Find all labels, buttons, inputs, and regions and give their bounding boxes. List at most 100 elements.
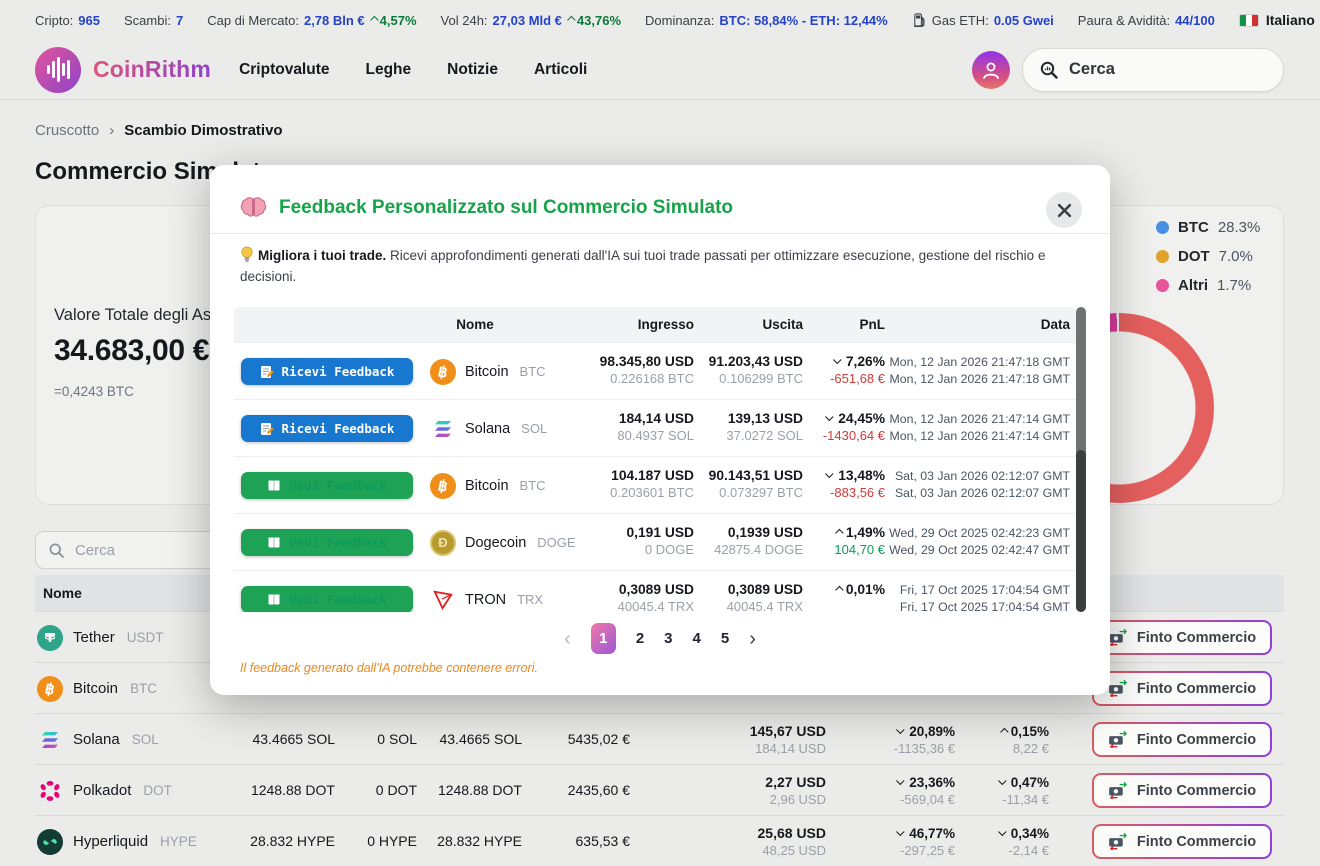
- stat-value-link[interactable]: 0.05 Gwei: [994, 13, 1054, 28]
- feedback-modal: Feedback Personalizzato sul Commercio Si…: [210, 165, 1110, 695]
- balance-cell: 1248.88 DOT: [250, 782, 335, 798]
- stat-change: 43,76%: [567, 13, 621, 28]
- ricevi-feedback-button[interactable]: Ricevi Feedback: [241, 358, 413, 385]
- user-avatar[interactable]: [972, 50, 1010, 89]
- nav-leghe[interactable]: Leghe: [366, 61, 412, 79]
- date-cell: Fri, 17 Oct 2025 17:04:54 GMT Fri, 17 Oct…: [899, 583, 1070, 612]
- date-cell: Wed, 29 Oct 2025 02:42:23 GMT Wed, 29 Oct…: [889, 526, 1070, 557]
- finto-commercio-button[interactable]: Finto Commercio: [1092, 671, 1272, 706]
- solana-icon: [37, 727, 63, 753]
- coin-cell: Tether USDT: [37, 612, 163, 663]
- stat-scambi: Scambi: 7: [124, 13, 183, 28]
- dogecoin-icon: Ð: [430, 529, 456, 556]
- nav-notizie[interactable]: Notizie: [447, 61, 498, 79]
- pagination-page-5[interactable]: 5: [721, 630, 729, 647]
- caret-up-icon: [835, 585, 844, 594]
- pagination-prev[interactable]: ‹: [564, 625, 571, 653]
- coin-cell: Solana SOL: [37, 714, 159, 765]
- italy-flag-icon: [1238, 13, 1259, 27]
- feedback-row: Ricevi Feedback ฿ Bitcoin BTC 98.345,80 U…: [234, 342, 1076, 399]
- value-eur-cell: 2435,60 €: [567, 782, 630, 798]
- vedi-feedback-button[interactable]: Vedi Feedback: [241, 529, 413, 556]
- nav-articoli[interactable]: Articoli: [534, 61, 587, 79]
- close-icon[interactable]: [1046, 192, 1082, 228]
- legend-item-dot[interactable]: DOT 7.0%: [1156, 248, 1260, 265]
- breadcrumb-home[interactable]: Cruscotto: [35, 122, 99, 139]
- pagination-page-4[interactable]: 4: [693, 630, 701, 647]
- stat-cripto: Cripto: 965: [35, 13, 100, 28]
- app-root: Cripto: 965 Scambi: 7 Cap di Mercato: 2,…: [0, 0, 1320, 866]
- caret-down-icon: [997, 827, 1007, 836]
- stat-value-link[interactable]: 44/100: [1175, 13, 1215, 28]
- book-icon: [268, 480, 280, 491]
- legend-dot-icon: [1156, 279, 1169, 292]
- legend-item-btc[interactable]: BTC 28.3%: [1156, 219, 1260, 236]
- nav-criptovalute[interactable]: Criptovalute: [239, 61, 329, 79]
- coin-cell: ฿ Bitcoin BTC: [37, 663, 157, 714]
- pagination-page-2[interactable]: 2: [636, 630, 644, 647]
- finto-commercio-button[interactable]: Finto Commercio: [1092, 773, 1272, 808]
- value-eur-cell: 5435,02 €: [567, 731, 630, 747]
- locked-cell: 0 SOL: [377, 731, 417, 747]
- pagination: ‹ 1 2 3 4 5 ›: [210, 623, 1110, 654]
- feedback-row: Vedi Feedback ฿ Bitcoin BTC 104.187 USD 0.…: [234, 456, 1076, 513]
- date-cell: Mon, 12 Jan 2026 21:47:18 GMT Mon, 12 Jan…: [889, 355, 1070, 386]
- brand-name[interactable]: CoinRithm: [93, 56, 211, 83]
- pagination-page-1[interactable]: 1: [590, 623, 616, 654]
- breadcrumb: Cruscotto › Scambio Dimostrativo: [35, 122, 283, 139]
- stat-value-link[interactable]: 7: [176, 13, 183, 28]
- stat-volume-24h: Vol 24h: 27,03 Mld € 43,76%: [441, 13, 621, 28]
- finto-commercio-button[interactable]: Finto Commercio: [1092, 824, 1272, 859]
- header-right: Cerca: [972, 47, 1284, 92]
- entry-cell: 0,191 USD 0 DOGE: [626, 525, 695, 557]
- coin-cell: Polkadot DOT: [37, 765, 172, 816]
- bitcoin-icon: ฿: [430, 472, 456, 499]
- vedi-feedback-button[interactable]: Vedi Feedback: [241, 472, 413, 499]
- pagination-next[interactable]: ›: [749, 625, 756, 653]
- trade-money-icon: [1109, 782, 1127, 799]
- coin-cell: Solana SOL: [430, 400, 547, 457]
- scrollbar-thumb[interactable]: [1076, 450, 1086, 612]
- vedi-feedback-button[interactable]: Vedi Feedback: [241, 586, 413, 612]
- pagination-page-3[interactable]: 3: [664, 630, 672, 647]
- breadcrumb-current: Scambio Dimostrativo: [124, 122, 283, 139]
- global-stats-bar: Cripto: 965 Scambi: 7 Cap di Mercato: 2,…: [0, 0, 1320, 40]
- stat-value-link[interactable]: 27,03 Mld €: [493, 13, 562, 28]
- language-selector[interactable]: Italiano: [1238, 12, 1320, 28]
- ricevi-feedback-button[interactable]: Ricevi Feedback: [241, 415, 413, 442]
- search-placeholder: Cerca: [1069, 60, 1115, 78]
- legend-item-altri[interactable]: Altri 1.7%: [1156, 277, 1260, 294]
- statsbar-controls: Italiano € EUR: [1238, 9, 1320, 31]
- balance-cell: 28.832 HYPE: [250, 833, 335, 849]
- available-cell: 28.832 HYPE: [437, 833, 522, 849]
- book-icon: [268, 537, 280, 548]
- coinrithm-logo-icon[interactable]: [35, 46, 81, 93]
- stat-value-link[interactable]: 2,78 Bln €: [304, 13, 365, 28]
- finto-commercio-button[interactable]: Finto Commercio: [1092, 722, 1272, 757]
- asset-row-polkadot[interactable]: Polkadot DOT 1248.88 DOT 0 DOT 1248.88 D…: [35, 764, 1284, 815]
- pnl-cell: 13,48% -883,56 €: [805, 457, 885, 501]
- search-placeholder: Cerca: [75, 541, 116, 559]
- language-label: Italiano: [1265, 12, 1315, 28]
- stat-value-link[interactable]: 965: [78, 13, 100, 28]
- finto-commercio-button[interactable]: Finto Commercio: [1092, 620, 1272, 655]
- table-scrollbar[interactable]: [1076, 307, 1086, 612]
- bitcoin-icon: ฿: [430, 358, 456, 385]
- bitcoin-icon: ฿: [37, 675, 63, 702]
- trade-money-icon: [1109, 833, 1127, 850]
- stat-value-link[interactable]: BTC: 58,84% - ETH: 12,44%: [719, 13, 887, 28]
- col-ingresso: Ingresso: [637, 317, 694, 332]
- asset-row-hyperliquid[interactable]: Hyperliquid HYPE 28.832 HYPE 0 HYPE 28.8…: [35, 815, 1284, 866]
- modal-title-row: Feedback Personalizzato sul Commercio Si…: [240, 196, 733, 220]
- stat-gas: Gas ETH: 0.05 Gwei: [912, 13, 1054, 28]
- pnl-24h-cell: 0,47% -11,34 €: [949, 765, 1049, 808]
- column-header-nome[interactable]: Nome: [43, 585, 82, 601]
- asset-row-solana[interactable]: Solana SOL 43.4665 SOL 0 SOL 43.4665 SOL…: [35, 713, 1284, 764]
- caret-down-icon: [896, 827, 905, 836]
- portfolio-total: 34.683,00 €: [54, 334, 210, 367]
- coin-cell: ฿ Bitcoin BTC: [430, 457, 546, 514]
- header-search[interactable]: Cerca: [1022, 47, 1284, 92]
- locked-cell: 0 HYPE: [367, 833, 417, 849]
- col-pnl: PnL: [859, 317, 886, 332]
- pnl-cell: 24,45% -1430,64 €: [822, 411, 885, 443]
